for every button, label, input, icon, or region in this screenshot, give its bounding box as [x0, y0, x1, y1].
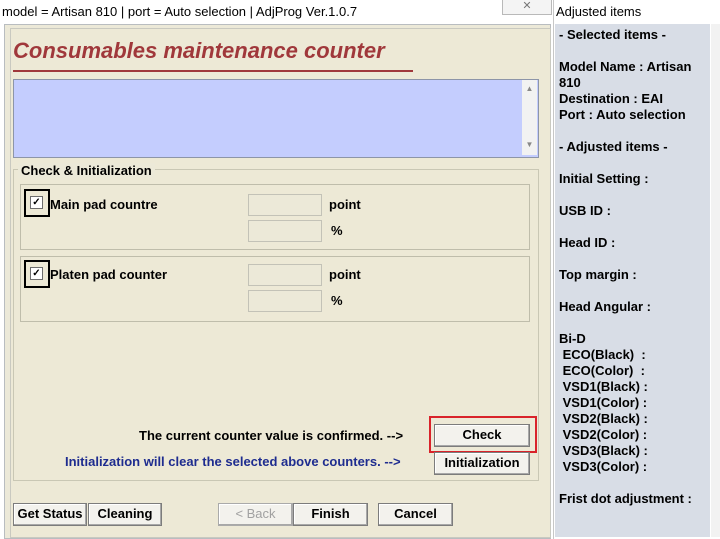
side-scrollbar[interactable]	[711, 24, 720, 537]
side-line-vsd1-color: VSD1(Color) :	[559, 395, 648, 410]
title-underline	[13, 70, 413, 72]
side-line-vsd3-black: VSD3(Black) :	[559, 443, 648, 458]
adjusted-items-title: Adjusted items	[556, 4, 642, 19]
close-icon: ✕	[522, 0, 532, 12]
platen-pad-percent-unit: %	[331, 293, 343, 308]
side-line-head-id: Head ID :	[559, 235, 616, 250]
initialization-button[interactable]: Initialization	[434, 452, 530, 475]
main-pad-point-unit: point	[329, 197, 361, 212]
initialization-hint: Initialization will clear the selected a…	[65, 454, 401, 469]
side-line-head-angular: Head Angular :	[559, 299, 651, 314]
side-line-vsd3-color: VSD3(Color) :	[559, 459, 648, 474]
scroll-down-icon[interactable]: ▼	[522, 140, 537, 149]
platen-pad-label: Platen pad counter	[50, 267, 168, 282]
page-title: Consumables maintenance counter	[13, 38, 385, 63]
cancel-button[interactable]: Cancel	[378, 503, 453, 526]
confirm-hint: The current counter value is confirmed. …	[139, 428, 404, 443]
main-pad-checkbox[interactable]: ✓	[30, 196, 43, 209]
side-line-model-cont: 810	[559, 75, 581, 90]
side-line-initial-setting: Initial Setting :	[559, 171, 649, 186]
side-line-destination: Destination : EAI	[559, 91, 664, 106]
side-line-selected-header: - Selected items -	[559, 27, 666, 42]
group-label: Check & Initialization	[18, 163, 155, 178]
side-line-port: Port : Auto selection	[559, 107, 686, 122]
check-button[interactable]: Check	[434, 424, 530, 447]
message-box	[13, 79, 539, 158]
message-scrollbar[interactable]: ▲ ▼	[522, 80, 537, 155]
back-button[interactable]: < Back	[218, 503, 293, 526]
main-pad-percent-unit: %	[331, 223, 343, 238]
side-line-vsd2-black: VSD2(Black) :	[559, 411, 648, 426]
main-pad-percent-field[interactable]	[248, 220, 322, 242]
main-pad-label: Main pad countre	[50, 197, 158, 212]
close-button[interactable]: ✕	[502, 0, 552, 15]
platen-pad-point-field[interactable]	[248, 264, 322, 286]
finish-button[interactable]: Finish	[293, 503, 368, 526]
side-line-vsd2-color: VSD2(Color) :	[559, 427, 648, 442]
window-title: model = Artisan 810 | port = Auto select…	[2, 4, 358, 19]
side-line-first-dot: Frist dot adjustment :	[559, 491, 692, 506]
side-line-adjusted-header: - Adjusted items -	[559, 139, 668, 154]
side-line-usb-id: USB ID :	[559, 203, 611, 218]
side-line-model: Model Name : Artisan	[559, 59, 692, 74]
platen-pad-checkbox[interactable]: ✓	[30, 267, 43, 280]
side-line-eco-color: ECO(Color) :	[559, 363, 645, 378]
scroll-up-icon[interactable]: ▲	[522, 84, 537, 93]
side-line-bid: Bi-D	[559, 331, 586, 346]
side-line-vsd1-black: VSD1(Black) :	[559, 379, 648, 394]
cleaning-button[interactable]: Cleaning	[88, 503, 162, 526]
platen-pad-point-unit: point	[329, 267, 361, 282]
get-status-button[interactable]: Get Status	[13, 503, 87, 526]
side-line-top-margin: Top margin :	[559, 267, 637, 282]
side-line-eco-black: ECO(Black) :	[559, 347, 646, 362]
main-pad-point-field[interactable]	[248, 194, 322, 216]
platen-pad-percent-field[interactable]	[248, 290, 322, 312]
